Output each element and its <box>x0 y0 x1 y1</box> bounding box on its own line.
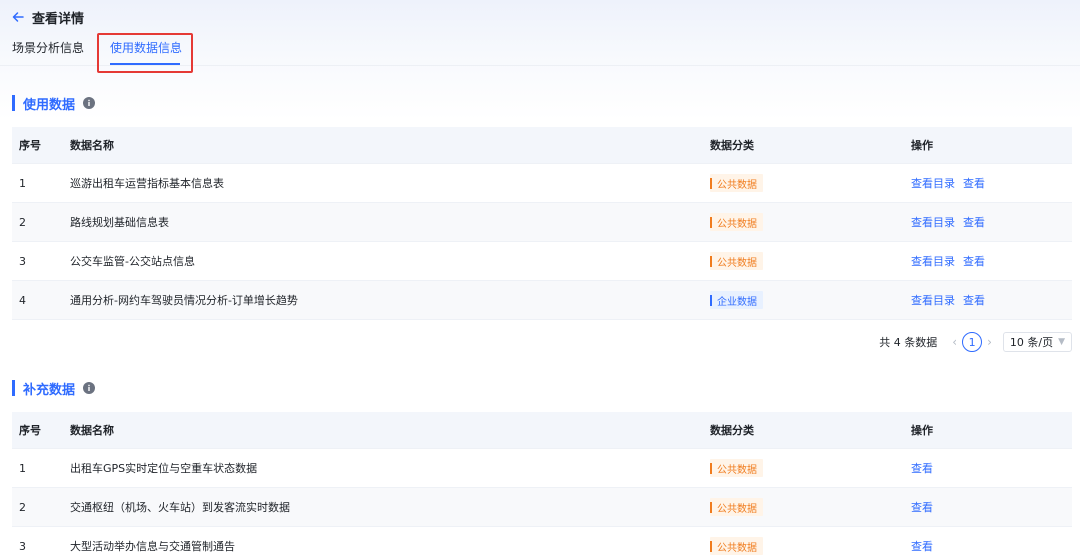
table-row: 4 通用分析-网约车驾驶员情况分析-订单增长趋势 企业数据 查看目录 查看 <box>12 281 1072 320</box>
tab-bar: 场景分析信息 使用数据信息 <box>0 30 1080 66</box>
row-name: 交通枢纽（机场、火车站）到发客流实时数据 <box>70 501 290 514</box>
section-title-text: 补充数据 <box>23 382 76 398</box>
supplement-section-title: 补充数据 <box>12 379 96 398</box>
category-tag: 公共数据 <box>710 213 763 231</box>
usage-section-title: 使用数据 <box>12 94 96 113</box>
view-link[interactable]: 查看 <box>963 292 985 308</box>
category-tag: 公共数据 <box>710 459 763 477</box>
row-seq: 2 <box>19 215 26 229</box>
view-link[interactable]: 查看 <box>963 175 985 191</box>
row-actions: 查看目录 查看 <box>911 242 993 280</box>
active-tab-indicator <box>110 63 180 65</box>
row-seq: 4 <box>19 293 26 307</box>
next-page-chevron-icon[interactable]: › <box>987 335 992 349</box>
row-actions: 查看目录 查看 <box>911 164 993 202</box>
table-row: 2 交通枢纽（机场、火车站）到发客流实时数据 公共数据 查看 <box>12 488 1072 527</box>
page-size-value: 10 条/页 <box>1009 336 1054 349</box>
pagination: 共 4 条数据 ‹ 1 › 10 条/页 ▼ <box>879 331 1072 353</box>
section-accent-bar <box>12 380 15 396</box>
row-seq: 1 <box>19 176 26 190</box>
row-name: 通用分析-网约车驾驶员情况分析-订单增长趋势 <box>70 294 298 307</box>
table-row: 1 出租车GPS实时定位与空重车状态数据 公共数据 查看 <box>12 449 1072 488</box>
row-actions: 查看 <box>911 527 941 560</box>
prev-page-chevron-icon[interactable]: ‹ <box>952 335 957 349</box>
view-link[interactable]: 查看 <box>963 253 985 269</box>
page-header: 查看详情 <box>10 6 84 28</box>
tab-usage-data[interactable]: 使用数据信息 <box>110 30 182 66</box>
page-title: 查看详情 <box>32 11 85 27</box>
row-category: 公共数据 <box>710 203 763 241</box>
back-arrow-icon[interactable] <box>10 9 26 25</box>
table-row: 2 路线规划基础信息表 公共数据 查看目录 查看 <box>12 203 1072 242</box>
category-tag: 公共数据 <box>710 252 763 270</box>
supplement-data-table: 序号 数据名称 数据分类 操作 1 出租车GPS实时定位与空重车状态数据 公共数… <box>12 412 1072 560</box>
table-row: 3 公交车监管-公交站点信息 公共数据 查看目录 查看 <box>12 242 1072 281</box>
row-seq: 1 <box>19 461 26 475</box>
usage-data-table: 序号 数据名称 数据分类 操作 1 巡游出租车运营指标基本信息表 公共数据 查看… <box>12 127 1072 320</box>
column-header-name: 数据名称 <box>70 424 114 437</box>
category-tag: 公共数据 <box>710 537 763 555</box>
page-number-button[interactable]: 1 <box>962 332 983 352</box>
column-header-seq: 序号 <box>19 139 41 152</box>
row-name: 出租车GPS实时定位与空重车状态数据 <box>70 462 258 475</box>
column-header-category: 数据分类 <box>710 139 754 152</box>
column-header-category: 数据分类 <box>710 424 754 437</box>
section-title-text: 使用数据 <box>23 97 76 113</box>
row-category: 公共数据 <box>710 164 763 202</box>
column-header-name: 数据名称 <box>70 139 114 152</box>
row-name: 路线规划基础信息表 <box>70 216 169 229</box>
row-name: 巡游出租车运营指标基本信息表 <box>70 177 224 190</box>
row-category: 企业数据 <box>710 281 763 319</box>
row-category: 公共数据 <box>710 242 763 280</box>
view-link[interactable]: 查看 <box>911 499 933 515</box>
row-name: 大型活动举办信息与交通管制通告 <box>70 540 235 553</box>
row-category: 公共数据 <box>710 527 763 560</box>
view-catalog-link[interactable]: 查看目录 <box>911 214 955 230</box>
view-link[interactable]: 查看 <box>911 460 933 476</box>
row-category: 公共数据 <box>710 488 763 526</box>
category-tag: 公共数据 <box>710 498 763 516</box>
pagination-total: 共 4 条数据 <box>879 336 938 349</box>
row-actions: 查看 <box>911 488 941 526</box>
view-catalog-link[interactable]: 查看目录 <box>911 292 955 308</box>
column-header-action: 操作 <box>911 139 933 152</box>
row-name: 公交车监管-公交站点信息 <box>70 255 195 268</box>
view-catalog-link[interactable]: 查看目录 <box>911 175 955 191</box>
view-link[interactable]: 查看 <box>911 538 933 554</box>
table-row: 3 大型活动举办信息与交通管制通告 公共数据 查看 <box>12 527 1072 560</box>
table-header-row: 序号 数据名称 数据分类 操作 <box>12 127 1072 164</box>
column-header-seq: 序号 <box>19 424 41 437</box>
info-icon[interactable] <box>83 382 96 394</box>
table-row: 1 巡游出租车运营指标基本信息表 公共数据 查看目录 查看 <box>12 164 1072 203</box>
info-icon[interactable] <box>83 97 96 109</box>
row-actions: 查看 <box>911 449 941 487</box>
row-seq: 2 <box>19 500 26 514</box>
category-tag: 企业数据 <box>710 291 763 309</box>
row-seq: 3 <box>19 539 26 553</box>
row-category: 公共数据 <box>710 449 763 487</box>
category-tag: 公共数据 <box>710 174 763 192</box>
view-link[interactable]: 查看 <box>963 214 985 230</box>
page-size-select[interactable]: 10 条/页 ▼ <box>1002 332 1072 352</box>
chevron-down-icon: ▼ <box>1058 337 1065 347</box>
row-actions: 查看目录 查看 <box>911 281 993 319</box>
column-header-action: 操作 <box>911 424 933 437</box>
row-actions: 查看目录 查看 <box>911 203 993 241</box>
row-seq: 3 <box>19 254 26 268</box>
tab-scene-analysis[interactable]: 场景分析信息 <box>12 30 84 66</box>
table-header-row: 序号 数据名称 数据分类 操作 <box>12 412 1072 449</box>
view-catalog-link[interactable]: 查看目录 <box>911 253 955 269</box>
section-accent-bar <box>12 95 15 111</box>
